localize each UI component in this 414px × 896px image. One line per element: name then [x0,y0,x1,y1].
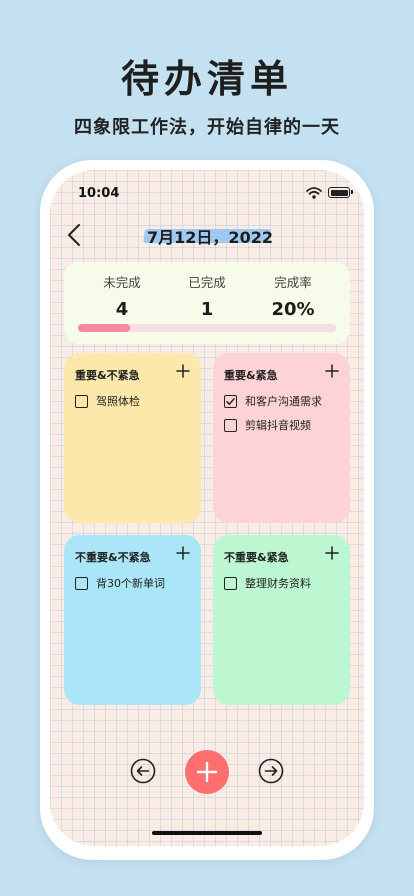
quadrant-card-2: 不重要&不紧急背30个新单词 [64,535,201,705]
stat-rate-label: 完成率 [274,275,312,290]
battery-icon [328,187,353,198]
hero-title: 待办清单 [120,57,293,101]
stat-pending-value: 4 [115,299,129,320]
checkbox-unchecked[interactable] [224,576,237,590]
task-item[interactable]: 背30个新单词 [75,575,165,591]
quadrant-card-3: 不重要&紧急整理财务资料 [213,535,350,705]
add-task-plus-icon[interactable] [175,363,191,379]
checkbox-unchecked[interactable] [75,394,88,408]
back-chevron-icon[interactable] [64,222,86,248]
progress-fill [78,324,130,332]
quadrant-card-0: 重要&不紧急驾照体检 [64,353,201,523]
add-task-fab[interactable] [185,750,229,794]
task-item[interactable]: 剪辑抖音视频 [224,417,311,433]
quadrant-card-1: 重要&紧急和客户沟通需求 剪辑抖音视频 [213,353,350,523]
quadrant-title: 重要&紧急 [224,369,278,382]
progress-bar [78,324,336,332]
stat-done-value: 1 [200,299,214,320]
wifi-icon [306,187,322,199]
task-item[interactable]: 整理财务资料 [224,575,311,591]
hero-subtitle: 四象限工作法，开始自律的一天 [74,117,340,138]
phone-frame: 10:04 7月12日，2022 未完成 4 已完成 1 完成率 20% 重要&… [40,160,374,860]
checkmark-icon [226,397,235,405]
stats-card: 未完成 4 已完成 1 完成率 20% [64,262,350,344]
app-screen: 10:04 7月12日，2022 未完成 4 已完成 1 完成率 20% 重要&… [50,170,364,846]
task-label: 整理财务资料 [245,577,311,590]
quadrant-title: 不重要&不紧急 [75,551,151,564]
task-label: 背30个新单词 [96,577,165,590]
status-time: 10:04 [78,186,120,201]
stat-done: 已完成 1 [167,272,247,320]
add-task-plus-icon[interactable] [324,363,340,379]
add-task-plus-icon[interactable] [324,545,340,561]
stat-done-label: 已完成 [188,275,226,290]
plus-icon [196,761,218,783]
next-day-button[interactable] [258,758,284,784]
date-title: 7月12日，2022 [147,228,273,247]
checkbox-checked[interactable] [224,394,237,408]
checkbox-unchecked[interactable] [75,576,88,590]
task-label: 驾照体检 [96,395,140,408]
quadrant-title: 不重要&紧急 [224,551,289,564]
stat-pending: 未完成 4 [82,272,162,320]
quadrant-title: 重要&不紧急 [75,369,140,382]
stat-rate: 完成率 20% [253,272,333,320]
stat-pending-label: 未完成 [103,275,141,290]
stat-rate-value: 20% [271,299,315,320]
home-indicator [152,831,262,835]
task-label: 剪辑抖音视频 [245,419,311,432]
task-label: 和客户沟通需求 [245,395,322,408]
task-item[interactable]: 驾照体检 [75,393,140,409]
task-item[interactable]: 和客户沟通需求 [224,393,322,409]
prev-day-button[interactable] [130,758,156,784]
checkbox-unchecked[interactable] [224,418,237,432]
add-task-plus-icon[interactable] [175,545,191,561]
